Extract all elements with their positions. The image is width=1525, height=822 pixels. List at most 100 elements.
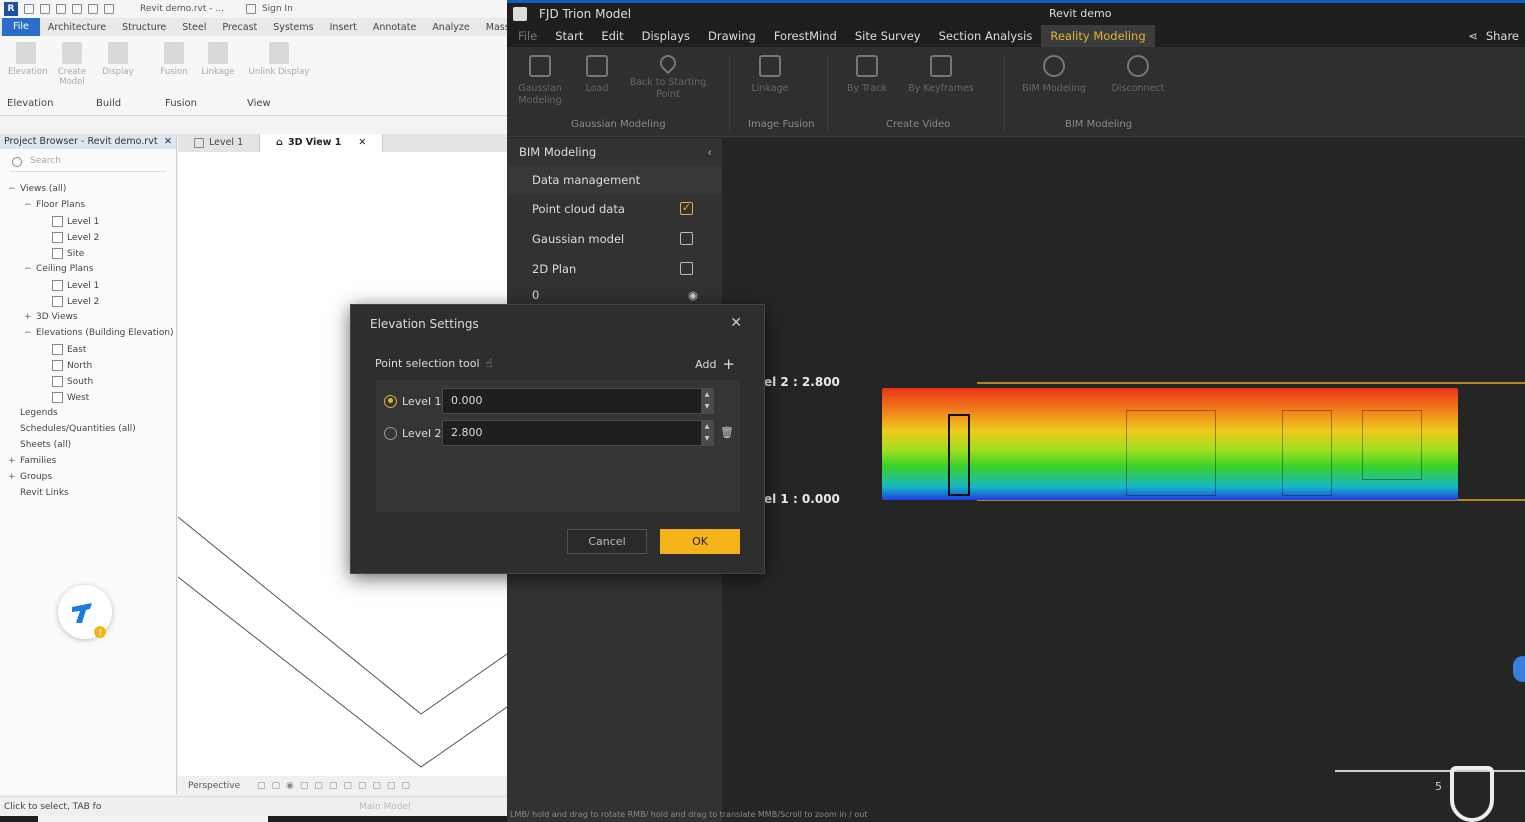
menu-displays[interactable]: Displays [633, 25, 699, 47]
tab-analyze[interactable]: Analyze [424, 22, 477, 33]
fusion-button[interactable]: Fusion [156, 42, 192, 77]
tab-massing[interactable]: Massing [478, 22, 507, 33]
tab-file[interactable]: File [2, 18, 40, 36]
tab-systems[interactable]: Systems [265, 22, 321, 33]
revit-app-icon[interactable]: R [4, 2, 18, 16]
tab-3d-view-1[interactable]: ⌂ 3D View 1 ✕ [260, 134, 384, 152]
expand-toggle-icon[interactable]: − [24, 264, 32, 274]
menu-reality-modeling[interactable]: Reality Modeling [1041, 25, 1155, 47]
expand-toggle-icon[interactable]: + [8, 456, 16, 466]
eye-icon[interactable]: ◉ [688, 284, 698, 306]
2d-plan-checkbox[interactable] [680, 262, 693, 275]
tab-steel[interactable]: Steel [174, 22, 214, 33]
tree-item[interactable]: North [40, 360, 92, 371]
tree-item[interactable]: Level 2 [40, 296, 99, 307]
tree-item[interactable]: Sheets (all) [8, 440, 71, 450]
tree-item[interactable]: +3D Views [24, 312, 78, 322]
bim-modeling-button[interactable]: BIM Modeling [1017, 55, 1091, 95]
save-icon[interactable] [40, 4, 50, 14]
sync-icon[interactable] [56, 4, 66, 14]
linkage-button[interactable]: Linkage [200, 42, 236, 77]
tab-annotate[interactable]: Annotate [365, 22, 424, 33]
point-cloud-row[interactable]: Point cloud data ✓ [507, 194, 722, 224]
tree-item[interactable]: − Elevations (Building Elevation) [24, 328, 174, 338]
tab-structure[interactable]: Structure [114, 22, 174, 33]
close-icon[interactable]: ✕ [730, 315, 742, 331]
tree-item[interactable]: South [40, 376, 93, 387]
linkage-button[interactable]: Linkage [745, 55, 795, 95]
trash-icon[interactable]: 🗑 [720, 426, 734, 439]
expand-toggle-icon[interactable]: − [24, 328, 32, 338]
tab-architecture[interactable]: Architecture [40, 22, 114, 33]
tree-item[interactable]: Level 2 [40, 232, 99, 243]
point-selection-tool[interactable]: Point selection tool ☝ [375, 357, 492, 370]
tree-item[interactable]: East [40, 344, 86, 355]
menu-start[interactable]: Start [546, 25, 592, 47]
unlink-display-button[interactable]: Unlink Display [244, 42, 314, 77]
level-2-radio[interactable] [384, 426, 397, 440]
2d-plan-row[interactable]: 2D Plan [507, 254, 722, 284]
gaussian-modeling-button[interactable]: Gaussian Modeling [517, 55, 563, 107]
close-icon[interactable]: ✕ [358, 134, 366, 152]
expand-toggle-icon[interactable]: + [24, 312, 32, 322]
open-icon[interactable] [24, 4, 34, 14]
stepper-icon[interactable]: ▲ ▼ [701, 421, 713, 445]
tree-item[interactable]: + Families [8, 456, 56, 466]
gaussian-model-checkbox[interactable] [680, 232, 693, 245]
tab-insert[interactable]: Insert [322, 22, 365, 33]
display-button[interactable]: Display [100, 42, 136, 77]
menu-forestmind[interactable]: ForestMind [765, 25, 846, 47]
expand-toggle-icon[interactable]: − [24, 200, 32, 210]
search-input[interactable]: Search [10, 156, 166, 172]
sign-in-link[interactable]: Sign In [262, 4, 293, 14]
tree-item[interactable]: − Floor Plans [24, 200, 85, 210]
by-track-button[interactable]: By Track [841, 55, 893, 95]
tree-item[interactable]: Site [40, 248, 84, 259]
side-handle[interactable] [1513, 656, 1525, 682]
tree-item[interactable]: Schedules/Quantities (all) [8, 424, 136, 434]
elevation-button[interactable]: Elevation [8, 42, 47, 77]
user-icon[interactable] [245, 4, 256, 14]
tree-item[interactable]: − Views (all) [8, 184, 66, 194]
close-icon[interactable]: ✕ [164, 134, 172, 149]
point-cloud-checkbox[interactable]: ✓ [680, 202, 693, 215]
tab-level-1[interactable]: Level 1 [178, 134, 261, 152]
measure-icon[interactable] [104, 4, 114, 14]
view-control-icons[interactable]: ▢▢◉▢▢▢▢▢▢▢▢ [257, 781, 416, 791]
load-button[interactable]: Load [577, 55, 617, 95]
hand-pointer-icon[interactable]: ☝ [486, 357, 493, 370]
point-cloud-viewport[interactable]: el 2 : 2.800 el 1 : 0.000 5 LMB/ hold an… [510, 138, 1525, 822]
share-button[interactable]: ⋖ Share [1468, 29, 1519, 43]
expand-toggle-icon[interactable]: + [8, 472, 16, 482]
cancel-button[interactable]: Cancel [567, 529, 647, 554]
print-icon[interactable] [88, 4, 98, 14]
back-to-start-button[interactable]: Back to Starting Point [625, 51, 711, 101]
tree-item[interactable]: − Ceiling Plans [24, 264, 93, 274]
create-model-button[interactable]: Create Model [54, 42, 90, 87]
trion-plugin-icon[interactable]: ! [58, 585, 112, 639]
stepper-icon[interactable]: ▲ ▼ [701, 389, 713, 413]
tree-item[interactable]: + Groups [8, 472, 52, 482]
collapse-chevron-icon[interactable]: ‹ [707, 138, 712, 166]
ok-button[interactable]: OK [660, 529, 740, 554]
tree-item[interactable]: Legends [8, 408, 58, 418]
gaussian-model-row[interactable]: Gaussian model [507, 224, 722, 254]
tree-item[interactable]: Level 1 [40, 216, 99, 227]
expand-toggle-icon[interactable]: − [8, 184, 16, 194]
add-level-button[interactable]: Add + [695, 355, 735, 373]
disconnect-button[interactable]: Disconnect [1105, 55, 1171, 95]
tree-item[interactable]: Level 1 [40, 280, 99, 291]
layer-0-row[interactable]: 0 ◉ [507, 284, 722, 306]
level-1-radio[interactable] [384, 394, 397, 408]
level-1-elevation-input[interactable]: 0.000 ▲ ▼ [442, 388, 714, 414]
menu-file[interactable]: File [509, 25, 546, 47]
tab-precast[interactable]: Precast [214, 22, 265, 33]
undo-icon[interactable] [72, 4, 82, 14]
by-keyframes-button[interactable]: By Keyframes [905, 55, 977, 95]
data-management-row[interactable]: Data management [507, 166, 722, 194]
menu-section-analysis[interactable]: Section Analysis [930, 25, 1042, 47]
menu-edit[interactable]: Edit [592, 25, 632, 47]
level-2-elevation-input[interactable]: 2.800 ▲ ▼ [442, 420, 714, 446]
tree-item[interactable]: West [40, 392, 89, 403]
tree-item[interactable]: Revit Links [8, 488, 69, 498]
